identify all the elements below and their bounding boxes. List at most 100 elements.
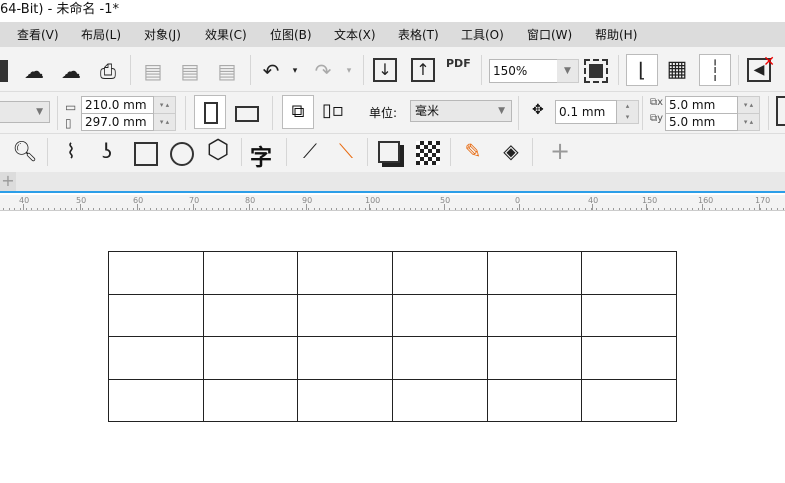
- page-width-input[interactable]: 210.0 mm: [81, 96, 154, 114]
- cloud-download-icon[interactable]: ☁: [21, 59, 47, 83]
- ruler-tick: [404, 208, 406, 210]
- table-cell[interactable]: [202, 251, 299, 295]
- menu-table[interactable]: 表格(T): [398, 26, 439, 43]
- table-cell[interactable]: [486, 251, 583, 295]
- table-cell[interactable]: [581, 378, 678, 422]
- table-cell[interactable]: [392, 378, 488, 422]
- table-cell[interactable]: [108, 378, 204, 422]
- undo-icon[interactable]: ↶: [258, 59, 284, 83]
- table-cell[interactable]: [486, 293, 583, 337]
- table-object[interactable]: [108, 251, 678, 422]
- table-cell[interactable]: [202, 336, 299, 380]
- zoom-tool-icon[interactable]: 🔍︎: [12, 139, 38, 163]
- menu-help[interactable]: 帮助(H): [595, 26, 637, 43]
- print-icon[interactable]: ⎙: [95, 59, 121, 83]
- show-rulers-icon[interactable]: ⌊: [626, 54, 658, 86]
- table-cell[interactable]: [486, 336, 583, 380]
- zoom-dropdown[interactable]: ▼: [557, 59, 579, 83]
- menu-view[interactable]: 查看(V): [17, 26, 59, 43]
- table-cell[interactable]: [392, 251, 488, 295]
- copy-icon[interactable]: ▤: [177, 59, 203, 83]
- menu-effects[interactable]: 效果(C): [205, 26, 247, 43]
- table-cell[interactable]: [297, 293, 394, 337]
- eyedropper-icon[interactable]: ✎: [460, 139, 486, 163]
- table-cell[interactable]: [581, 336, 678, 380]
- show-guidelines-icon[interactable]: ┆: [699, 54, 731, 86]
- menu-object[interactable]: 对象(J): [144, 26, 181, 43]
- export-icon[interactable]: ↑: [411, 58, 435, 82]
- page-height-input[interactable]: 297.0 mm: [81, 113, 154, 131]
- duplicate-y-spinner[interactable]: ▾ ▴: [738, 113, 760, 131]
- table-cell[interactable]: [392, 293, 488, 337]
- ruler-tick: [70, 208, 72, 210]
- menu-layout[interactable]: 布局(L): [81, 26, 121, 43]
- dimension-tool-icon[interactable]: ⟋: [297, 139, 323, 163]
- bleed-icon[interactable]: [776, 96, 785, 126]
- ruler-tick: [760, 208, 762, 210]
- page-width-spinner[interactable]: ▾ ▴: [154, 96, 176, 114]
- table-cell[interactable]: [297, 336, 394, 380]
- publish-pdf-button[interactable]: PDF: [446, 57, 471, 70]
- menu-bitmaps[interactable]: 位图(B): [270, 26, 312, 43]
- menu-tools[interactable]: 工具(O): [461, 26, 504, 43]
- all-pages-button[interactable]: ⧉: [282, 95, 314, 129]
- ruler-tick: [8, 208, 10, 210]
- menu-window[interactable]: 窗口(W): [527, 26, 572, 43]
- table-cell[interactable]: [108, 251, 204, 295]
- save-icon[interactable]: [0, 60, 8, 82]
- table-cell[interactable]: [108, 336, 204, 380]
- zoom-level-input[interactable]: 150%: [489, 59, 559, 83]
- table-cell[interactable]: [202, 378, 299, 422]
- artistic-media-icon[interactable]: ʖ: [94, 139, 120, 163]
- ellipse-tool-icon[interactable]: [170, 142, 194, 166]
- snap-off-icon[interactable]: ◀ ✕: [747, 54, 775, 82]
- table-cell[interactable]: [392, 336, 488, 380]
- table-cell[interactable]: [202, 293, 299, 337]
- menu-text[interactable]: 文本(X): [334, 26, 376, 43]
- table-cell[interactable]: [486, 378, 583, 422]
- polygon-tool-icon[interactable]: ⬡: [205, 137, 231, 163]
- full-screen-icon[interactable]: [584, 59, 608, 83]
- horizontal-ruler[interactable]: 40 50 60 70 80 90 100 50 0 40 150 160 170: [0, 195, 785, 211]
- units-select[interactable]: 毫米 ▼: [410, 100, 512, 122]
- landscape-button[interactable]: [235, 106, 259, 122]
- show-grid-icon[interactable]: ▦: [664, 58, 690, 82]
- ruler-tick: [116, 208, 117, 210]
- transparency-icon[interactable]: [416, 141, 440, 165]
- table-cell[interactable]: [108, 293, 204, 337]
- cut-icon[interactable]: ▤: [140, 59, 166, 83]
- table-cell[interactable]: [297, 378, 394, 422]
- portrait-button[interactable]: [194, 95, 226, 129]
- current-page-button[interactable]: ▯▫: [322, 100, 344, 121]
- redo-dropdown-icon[interactable]: ▾: [336, 59, 362, 83]
- duplicate-x-input[interactable]: 5.0 mm: [665, 96, 738, 114]
- new-tab-plus-icon[interactable]: +: [0, 172, 16, 191]
- nudge-spinner[interactable]: ▴ ▾: [617, 100, 639, 124]
- table-cell[interactable]: [581, 293, 678, 337]
- freehand-tool-icon[interactable]: ⌇: [58, 139, 84, 163]
- customize-add-icon[interactable]: +: [547, 139, 573, 163]
- paste-icon[interactable]: ▤: [214, 59, 240, 83]
- import-icon[interactable]: ↓: [373, 58, 397, 82]
- duplicate-y-input[interactable]: 5.0 mm: [665, 113, 738, 131]
- table-cell[interactable]: [297, 251, 394, 295]
- drop-shadow-icon[interactable]: [378, 141, 400, 163]
- ruler-tick: [573, 208, 575, 210]
- interactive-fill-icon[interactable]: ◈: [498, 139, 524, 163]
- rectangle-tool-icon[interactable]: [134, 142, 158, 166]
- duplicate-x-spinner[interactable]: ▾ ▴: [738, 96, 760, 114]
- connector-tool-icon[interactable]: ⟍: [333, 139, 359, 163]
- page-height-spinner[interactable]: ▾ ▴: [154, 113, 176, 131]
- ruler-tick: [110, 208, 112, 210]
- nudge-distance-input[interactable]: 0.1 mm: [555, 100, 617, 124]
- page-size-select[interactable]: ▼: [0, 101, 50, 123]
- ruler-tick: [48, 208, 50, 210]
- ruler-tick: [229, 208, 230, 210]
- redo-icon[interactable]: ↷: [310, 59, 336, 83]
- undo-dropdown-icon[interactable]: ▾: [282, 59, 308, 83]
- text-tool-icon[interactable]: 字: [250, 140, 272, 172]
- cloud-upload-icon[interactable]: ☁: [58, 59, 84, 83]
- table-cell[interactable]: [581, 251, 678, 295]
- ruler-tick: [697, 208, 699, 210]
- ruler-tick: [635, 208, 637, 210]
